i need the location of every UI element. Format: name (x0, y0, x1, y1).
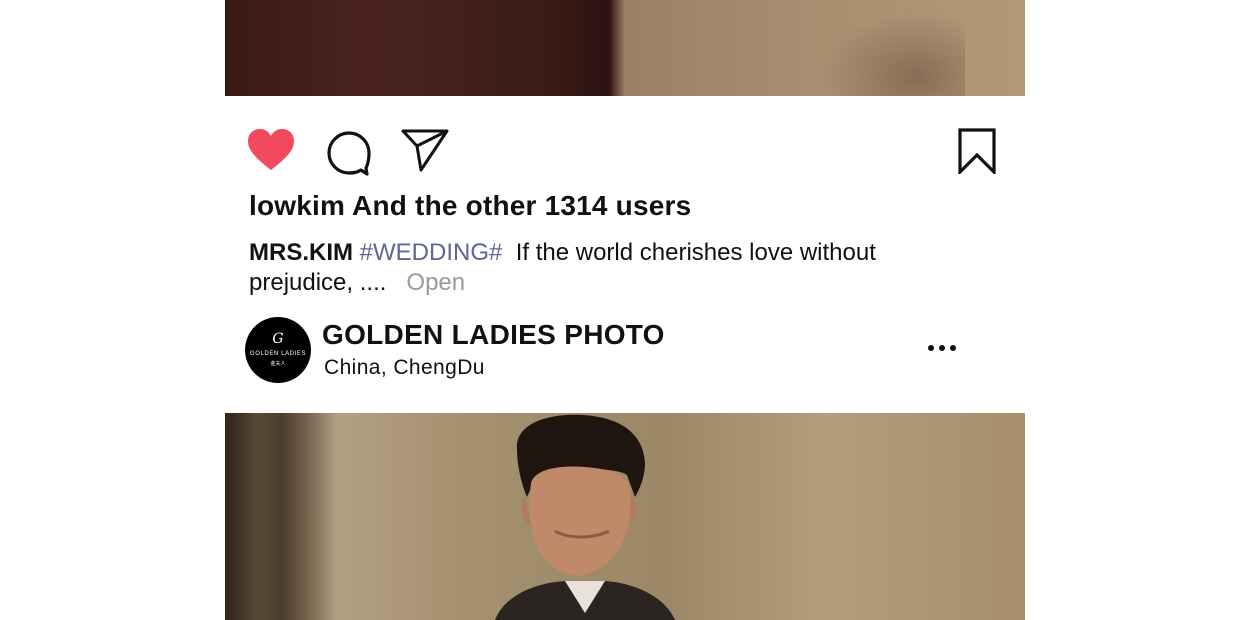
post-actions-bar (225, 124, 1025, 180)
post-caption: MRS.KIM #WEDDING# If the world cherishes… (249, 238, 949, 298)
account-name[interactable]: GOLDEN LADIES PHOTO (322, 319, 665, 351)
account-location[interactable]: China, ChengDu (324, 356, 485, 380)
post-header: G GOLDEN LADIES 金夫人 GOLDEN LADIES PHOTO … (245, 317, 1005, 383)
post-photo[interactable] (225, 413, 1025, 620)
post-photo-previous[interactable] (225, 0, 1025, 96)
avatar-brand-text: GOLDEN LADIES (249, 351, 307, 357)
caption-text-line2: prejudice, .... (249, 269, 387, 296)
avatar-subtitle: 金夫人 (270, 361, 286, 367)
caption-open-link[interactable]: Open (406, 269, 465, 296)
heart-icon[interactable] (247, 128, 295, 172)
bookmark-icon[interactable] (958, 128, 996, 174)
comment-icon[interactable] (326, 130, 372, 176)
more-icon[interactable] (928, 343, 958, 355)
portrait-figure (495, 414, 675, 620)
likes-count[interactable]: lowkim And the other 1314 users (249, 190, 691, 222)
avatar[interactable]: G GOLDEN LADIES 金夫人 (245, 317, 311, 383)
send-icon[interactable] (401, 128, 449, 172)
caption-text-line1: If the world cherishes love without (515, 239, 876, 266)
caption-hashtag[interactable]: #WEDDING# (360, 239, 503, 266)
feed: lowkim And the other 1314 users MRS.KIM … (225, 0, 1025, 620)
caption-author[interactable]: MRS.KIM (249, 239, 353, 266)
avatar-monogram: G (272, 331, 284, 347)
